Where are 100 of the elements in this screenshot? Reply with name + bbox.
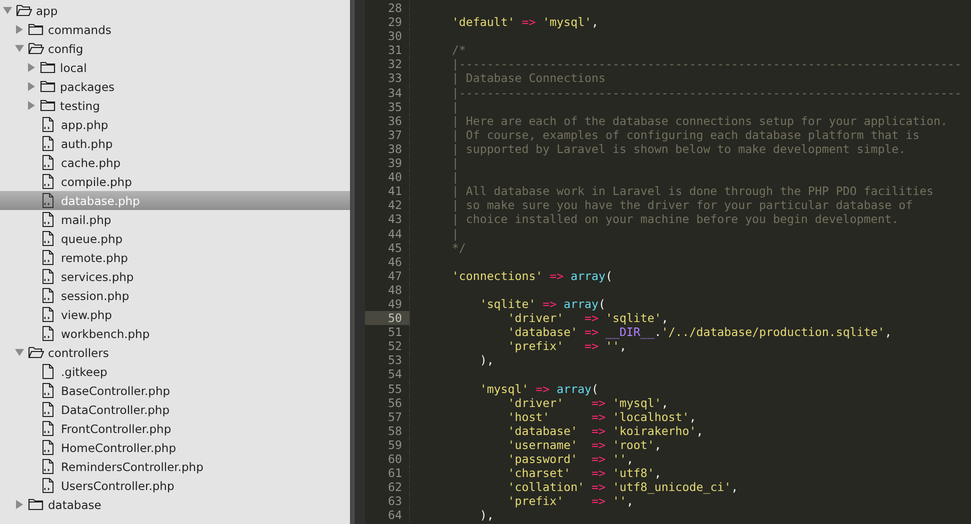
tree-item[interactable]: services.php — [0, 267, 350, 286]
line-number: 54 — [365, 367, 410, 382]
line-number: 58 — [365, 424, 410, 438]
tree-item[interactable]: auth.php — [0, 134, 350, 153]
tree-item[interactable]: config — [0, 39, 350, 58]
code-line: 'mysql' => array( — [478, 382, 599, 396]
line-number: 32 — [365, 57, 410, 72]
tree-item[interactable]: session.php — [0, 286, 350, 305]
tree-item[interactable]: FrontController.php — [0, 419, 350, 438]
line-number: 28 — [365, 1, 410, 16]
file-icon — [42, 269, 54, 284]
line-number: 35 — [365, 100, 410, 114]
tree-item[interactable]: UsersController.php — [0, 476, 350, 495]
line-number: 30 — [365, 29, 410, 44]
code-line: 'database' => __DIR__.'/../database/production.sqlite', — [506, 325, 892, 340]
line-number: 51 — [365, 325, 410, 340]
code-line: 'sqlite' => array( — [478, 296, 606, 312]
line-number: 62 — [365, 480, 410, 494]
folder-icon — [40, 61, 56, 74]
code-line: | — [450, 100, 459, 114]
file-icon — [42, 155, 54, 170]
code-line: | supported by Laravel is shown below to make development simple. — [450, 142, 906, 156]
line-number: 43 — [365, 212, 410, 226]
file-icon — [42, 364, 54, 379]
tree-item[interactable]: app.php — [0, 115, 350, 134]
code-line: 'charset' => 'utf8', — [506, 466, 662, 480]
tree-item[interactable]: packages — [0, 77, 350, 96]
code-line: | — [450, 170, 459, 184]
line-number: 59 — [365, 438, 410, 452]
code-line: 'driver' => 'sqlite', — [506, 311, 668, 326]
line-number: 57 — [365, 410, 410, 424]
code-line: 'database' => 'koirakerho', — [506, 424, 704, 438]
tree-item[interactable]: workbench.php — [0, 324, 350, 343]
code-line: 'collation' => 'utf8_unicode_ci', — [506, 480, 738, 494]
tree-item[interactable]: database — [0, 495, 350, 514]
expander-icon[interactable] — [27, 82, 36, 91]
tree-item[interactable]: queue.php — [0, 229, 350, 248]
file-icon — [42, 117, 54, 132]
tree-item[interactable]: cache.php — [0, 153, 350, 172]
line-number: 31 — [365, 43, 410, 58]
code-line: 'prefix' => '', — [506, 339, 626, 354]
code-line: 'password' => '', — [506, 452, 634, 466]
scrollbar[interactable] — [350, 0, 365, 524]
line-number: 39 — [365, 156, 410, 170]
tree-item[interactable]: testing — [0, 96, 350, 115]
line-number: 61 — [365, 466, 410, 480]
expander-icon[interactable] — [27, 101, 36, 110]
code-line: | — [450, 226, 459, 241]
tree-item[interactable]: local — [0, 58, 350, 77]
code-line: /* — [450, 43, 466, 58]
tree-item[interactable]: app — [0, 1, 350, 20]
folder-icon — [28, 42, 44, 55]
file-icon — [42, 231, 54, 246]
tree-item[interactable]: compile.php — [0, 172, 350, 191]
code-line: 'default' => 'mysql', — [450, 15, 599, 30]
tree-item[interactable]: mail.php — [0, 210, 350, 229]
code-line: */ — [450, 240, 466, 255]
tree-item[interactable]: commands — [0, 20, 350, 39]
tree-item[interactable]: HomeController.php — [0, 438, 350, 457]
expander-icon[interactable] — [3, 6, 12, 15]
code-line: | — [450, 156, 459, 170]
line-number: 53 — [365, 353, 410, 368]
tree-item[interactable]: .gitkeep — [0, 362, 350, 381]
line-number: 46 — [365, 254, 410, 269]
code-line: |------------------------------------------------------------------------ — [450, 57, 962, 72]
line-number: 37 — [365, 128, 410, 142]
code-line: | Of course, examples of configuring each database platform that is — [450, 128, 920, 142]
code-line: | so make sure you have the driver for your particular database of — [450, 198, 913, 212]
expander-icon[interactable] — [15, 500, 24, 509]
line-number: 50 — [365, 311, 410, 326]
folder-icon — [40, 80, 56, 93]
folder-icon — [28, 498, 44, 511]
file-icon — [42, 288, 54, 303]
file-icon — [42, 212, 54, 227]
code-line: 'username' => 'root', — [506, 438, 662, 452]
line-number: 33 — [365, 71, 410, 86]
expander-icon[interactable] — [15, 44, 24, 53]
folder-icon — [28, 23, 44, 36]
code-line: |------------------------------------------------------------------------ — [450, 86, 962, 100]
code-line: | Here are each of the database connections setup for your application. — [450, 114, 948, 128]
code-line: 'prefix' => '', — [506, 494, 634, 508]
code-line: ), — [478, 508, 494, 522]
tree-item[interactable]: remote.php — [0, 248, 350, 267]
expander-icon[interactable] — [15, 25, 24, 34]
expander-icon[interactable] — [27, 63, 36, 72]
tree-item[interactable]: RemindersController.php — [0, 457, 350, 476]
line-number: 60 — [365, 452, 410, 466]
line-number: 44 — [365, 226, 410, 241]
tree-item[interactable]: BaseController.php — [0, 381, 350, 400]
expander-icon[interactable] — [15, 348, 24, 357]
tree-item[interactable]: view.php — [0, 305, 350, 324]
tree-item[interactable]: controllers — [0, 343, 350, 362]
code-line: 'host' => 'localhost', — [506, 410, 696, 424]
line-number: 34 — [365, 86, 410, 100]
code-line: 'connections' => array( — [450, 268, 612, 283]
file-icon — [42, 383, 54, 398]
file-icon — [42, 307, 54, 322]
tree-item[interactable]: DataController.php — [0, 400, 350, 419]
file-icon — [42, 193, 54, 208]
file-icon — [42, 440, 54, 455]
